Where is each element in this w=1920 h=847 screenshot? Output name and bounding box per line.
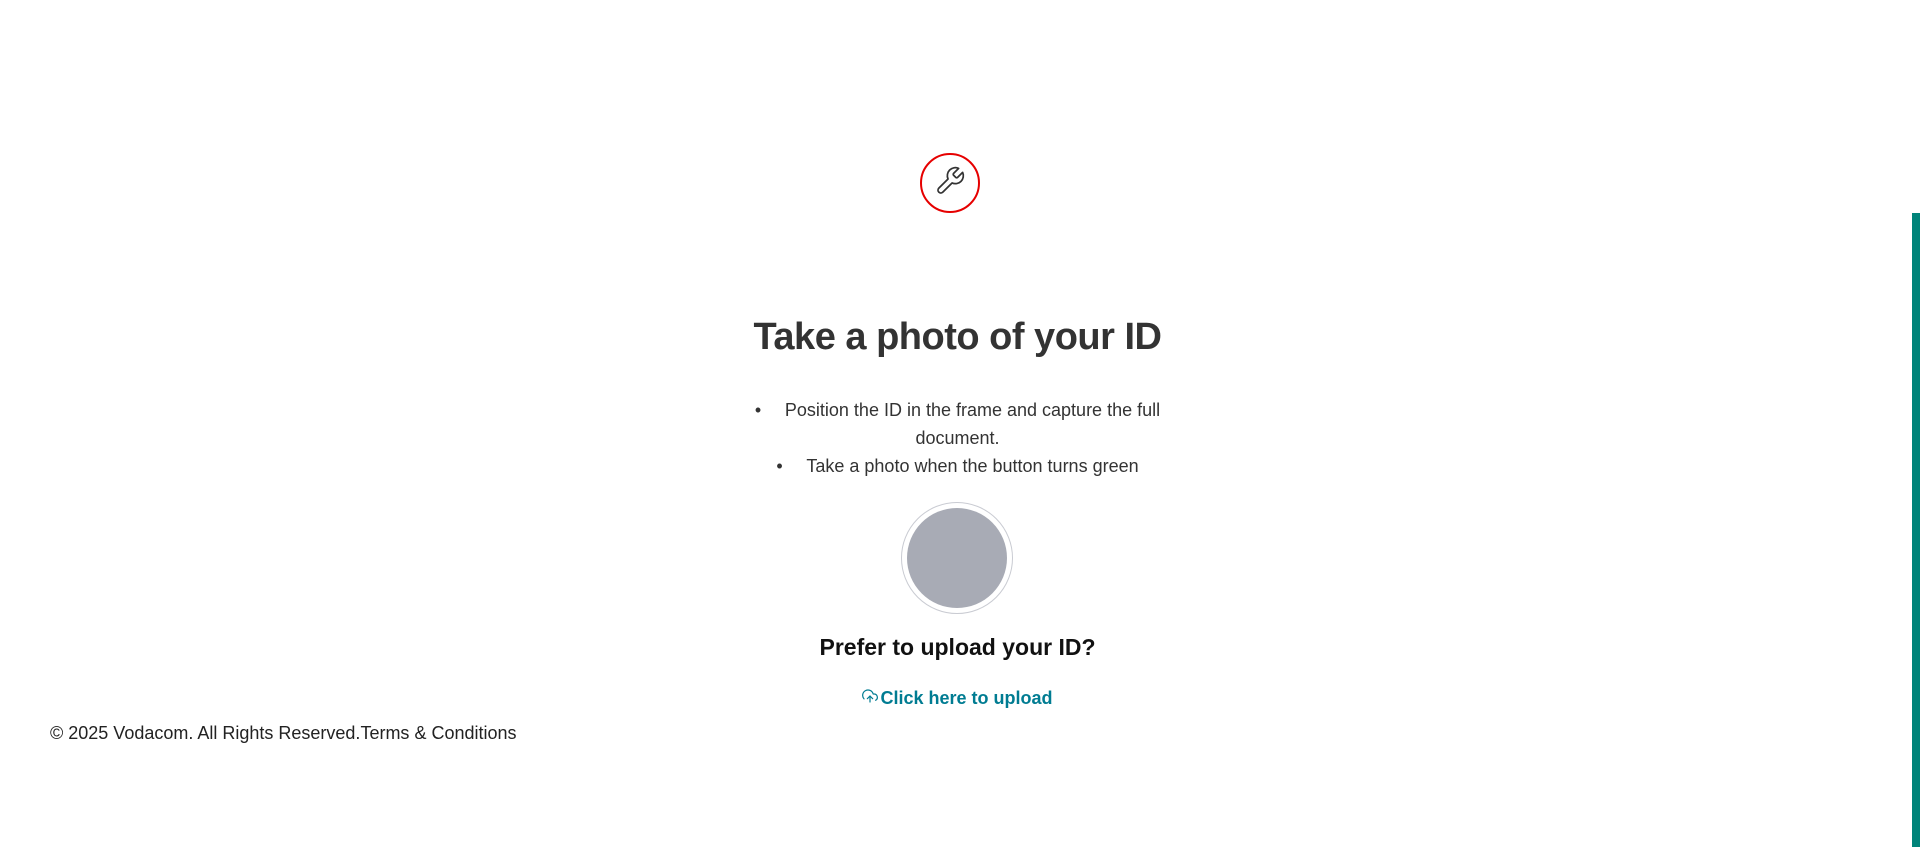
- upload-link[interactable]: Click here to upload: [0, 688, 1915, 709]
- instruction-text: Take a photo when the button turns green: [806, 456, 1139, 476]
- upload-heading: Prefer to upload your ID?: [819, 634, 1096, 660]
- instruction-text: Position the ID in the frame and capture…: [784, 400, 1161, 448]
- capture-button[interactable]: [901, 502, 1013, 614]
- wrench-icon: [934, 165, 966, 202]
- footer: © 2025 Vodacom. All Rights Reserved.Term…: [50, 723, 517, 744]
- bullet: •: [754, 400, 762, 420]
- upload-link-label[interactable]: Click here to upload: [880, 688, 1052, 709]
- page: Take a photo of your ID • Position the ID…: [0, 0, 1920, 847]
- list-item: • Position the ID in the frame and captur…: [740, 396, 1175, 452]
- copyright-text: © 2025 Vodacom. All Rights Reserved.: [50, 723, 361, 743]
- capture-button-inner[interactable]: [907, 508, 1007, 608]
- page-title: Take a photo of your ID: [753, 316, 1162, 358]
- bullet: •: [776, 456, 783, 476]
- scrollbar-track[interactable]: [1912, 0, 1920, 847]
- list-item: • Take a photo when the button turns gree…: [740, 452, 1175, 480]
- scrollbar-thumb[interactable]: [1912, 213, 1920, 847]
- instructions-list: • Position the ID in the frame and captur…: [740, 396, 1175, 480]
- cloud-upload-icon: [862, 688, 879, 709]
- wrench-icon-badge: [920, 153, 980, 213]
- terms-link[interactable]: Terms & Conditions: [360, 723, 516, 743]
